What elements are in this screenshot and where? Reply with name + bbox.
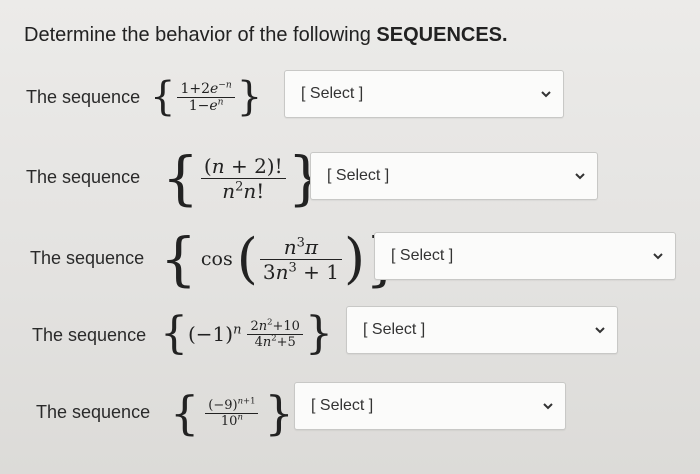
- chevron-down-icon: [653, 253, 663, 260]
- sequence-formula-3: { cos ( n3π 3n3 + 1 ) }: [160, 225, 402, 293]
- sequence-5-select[interactable]: [ Select ]: [294, 382, 566, 430]
- chevron-down-icon: [541, 91, 551, 98]
- sequence-label-5: The sequence: [36, 402, 151, 422]
- sequence-label-4: The sequence: [32, 325, 147, 345]
- sequence-formula-1: { 1+2e−n 1−en }: [150, 74, 263, 120]
- sequence-2-select[interactable]: [ Select ]: [310, 152, 598, 200]
- sequence-1-select[interactable]: [ Select ]: [284, 70, 564, 118]
- sequence-4-select[interactable]: [ Select ]: [346, 306, 618, 354]
- sequence-label-2: The sequence: [26, 167, 141, 187]
- sequence-formula-4: { (−1)n 2n2+10 4n2+5 }: [160, 308, 333, 359]
- sequence-3-select[interactable]: [ Select ]: [374, 232, 676, 280]
- sequence-formula-2: { (n + 2)! n2n! }: [162, 144, 325, 212]
- sequence-formula-5: { (−9)n+1 10n }: [170, 386, 294, 440]
- chevron-down-icon: [543, 403, 553, 410]
- page-title: Determine the behavior of the following …: [24, 24, 508, 46]
- sequence-label-1: The sequence: [26, 87, 141, 107]
- chevron-down-icon: [595, 327, 605, 334]
- chevron-down-icon: [575, 173, 585, 180]
- sequence-label-3: The sequence: [30, 248, 145, 268]
